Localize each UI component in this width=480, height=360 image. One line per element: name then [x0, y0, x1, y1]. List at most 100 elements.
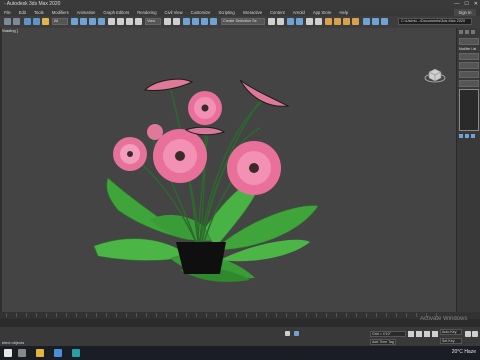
next-frame-icon[interactable] — [432, 331, 438, 337]
modifier-field-4[interactable] — [459, 80, 479, 87]
zoom-icon[interactable] — [465, 331, 471, 337]
rendered-frame-window-icon[interactable] — [343, 18, 350, 25]
windows-icon[interactable] — [4, 349, 12, 357]
viewcube-icon[interactable] — [424, 64, 446, 86]
align-icon[interactable] — [277, 18, 284, 25]
window-crossing-icon[interactable] — [98, 18, 105, 25]
modifier-stack[interactable] — [459, 89, 479, 131]
weather-temperature: 20°C — [451, 349, 463, 355]
link-icon[interactable] — [24, 18, 31, 25]
menu-content[interactable]: Content — [266, 9, 289, 15]
modifier-list-dropdown[interactable]: Modifier List — [459, 47, 479, 51]
layer-explorer-icon[interactable] — [287, 18, 294, 25]
project-folder-icon[interactable] — [372, 18, 379, 25]
play-icon[interactable] — [424, 331, 430, 337]
modifier-field-2[interactable] — [459, 62, 479, 69]
menu-rendering[interactable]: Rendering — [133, 9, 160, 15]
redo-icon[interactable] — [13, 18, 20, 25]
menu-civil-view[interactable]: Civil View — [161, 9, 187, 15]
close-button[interactable]: ✕ — [474, 1, 478, 7]
modifier-stack-tools — [457, 133, 480, 139]
add-time-tag-button[interactable]: Add Time Tag — [370, 339, 396, 345]
menu-interactive[interactable]: Interactive — [239, 9, 266, 15]
modifier-field-1[interactable] — [459, 53, 479, 60]
menu-arnold[interactable]: Arnold — [289, 9, 309, 15]
mirror-icon[interactable] — [268, 18, 275, 25]
search-icon[interactable] — [18, 349, 26, 357]
go-to-start-icon[interactable] — [408, 331, 414, 337]
menu-file[interactable]: File — [0, 9, 15, 15]
weather-widget[interactable]: 20°C Haze — [452, 349, 476, 355]
pan-view-icon[interactable] — [472, 331, 478, 337]
material-editor-icon[interactable] — [325, 18, 332, 25]
selection-set-dropdown[interactable]: Create Selection Se — [221, 18, 265, 25]
rectangular-selection-icon[interactable] — [89, 18, 96, 25]
menu-modifiers[interactable]: Modifiers — [48, 9, 73, 15]
maximize-button[interactable]: ☐ — [464, 1, 468, 7]
selection-filter-dropdown[interactable]: All — [52, 18, 68, 25]
object-name-field[interactable] — [459, 38, 479, 45]
select-by-name-icon[interactable] — [80, 18, 87, 25]
pot — [176, 242, 226, 274]
select-and-move-icon[interactable] — [108, 18, 115, 25]
absolute-mode-icon[interactable] — [294, 331, 299, 336]
menu-edit[interactable]: Edit — [15, 9, 30, 15]
create-tab-icon[interactable] — [459, 30, 463, 34]
auto-key-button[interactable]: Auto Key — [440, 329, 462, 335]
select-object-icon[interactable] — [71, 18, 78, 25]
scene-explorer-icon[interactable] — [296, 18, 303, 25]
snaps-toggle-icon[interactable] — [183, 18, 190, 25]
select-and-rotate-icon[interactable] — [117, 18, 124, 25]
menu-tools[interactable]: Tools — [30, 9, 48, 15]
lock-selection-icon[interactable] — [285, 331, 290, 336]
select-and-scale-icon[interactable] — [126, 18, 133, 25]
previous-frame-icon[interactable] — [416, 331, 422, 337]
schematic-view-icon[interactable] — [315, 18, 322, 25]
workspace-icon[interactable] — [363, 18, 370, 25]
pivot-icon[interactable] — [164, 18, 171, 25]
angle-snap-icon[interactable] — [192, 18, 199, 25]
manipulate-icon[interactable] — [173, 18, 180, 25]
flower-heads — [113, 78, 290, 195]
command-panel: Modifier List — [456, 28, 480, 312]
grid-readout: Grid = 0'10" — [370, 331, 406, 337]
file-explorer-icon[interactable] — [36, 349, 44, 357]
menu-graph-editors[interactable]: Graph Editors — [99, 9, 133, 15]
menu-help[interactable]: Help — [335, 9, 352, 15]
set-key-button[interactable]: Set Key — [440, 338, 462, 344]
curve-editor-icon[interactable] — [306, 18, 313, 25]
modify-tab-icon[interactable] — [465, 30, 469, 34]
menu-customize[interactable]: Customize — [187, 9, 215, 15]
percent-snap-icon[interactable] — [201, 18, 208, 25]
unlink-icon[interactable] — [33, 18, 40, 25]
modifier-field-3[interactable] — [459, 71, 479, 78]
folder-icon[interactable] — [381, 18, 388, 25]
menu-animation[interactable]: Animation — [73, 9, 100, 15]
minimize-button[interactable]: — — [454, 1, 459, 7]
flower-model[interactable] — [0, 28, 456, 312]
workspace-path-field[interactable]: C:\Users\...\Documents\3ds Max 2020 — [398, 18, 472, 25]
bind-space-warp-icon[interactable] — [42, 18, 49, 25]
left-strip — [0, 28, 2, 312]
track-bar[interactable] — [6, 313, 446, 317]
menu-scripting[interactable]: Scripting — [214, 9, 238, 15]
window-controls: — ☐ ✕ — [454, 1, 478, 7]
chrome-icon[interactable] — [54, 349, 62, 357]
perspective-viewport[interactable]: Shading ] — [0, 28, 456, 312]
window-title: - Autodesk 3ds Max 2020 — [4, 1, 61, 7]
hierarchy-tab-icon[interactable] — [471, 30, 475, 34]
reference-coordinate-dropdown[interactable]: View — [145, 18, 161, 25]
menu-app-store[interactable]: App Store — [309, 9, 336, 15]
remove-modifier-icon[interactable] — [471, 134, 475, 138]
3dsmax-icon[interactable] — [72, 349, 80, 357]
status-bar: elect objects Grid = 0'10" Add Time Tag … — [0, 326, 480, 347]
placement-icon[interactable] — [135, 18, 142, 25]
undo-icon[interactable] — [4, 18, 11, 25]
render-setup-icon[interactable] — [334, 18, 341, 25]
spinner-snap-icon[interactable] — [210, 18, 217, 25]
time-slider[interactable] — [0, 312, 480, 319]
sign-in-button[interactable]: Sign In — [454, 9, 476, 16]
render-production-icon[interactable] — [352, 18, 359, 25]
show-end-result-icon[interactable] — [465, 134, 469, 138]
pin-stack-icon[interactable] — [459, 134, 463, 138]
